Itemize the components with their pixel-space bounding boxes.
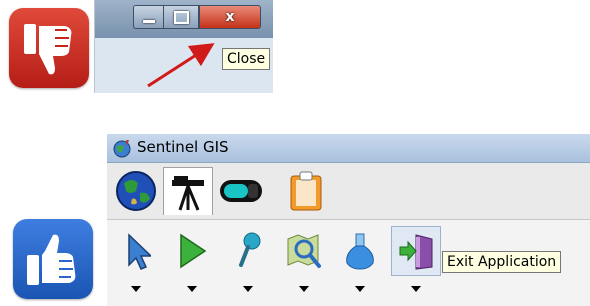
tab-reports[interactable] [281, 167, 331, 215]
exit-application-button[interactable] [391, 226, 441, 276]
pin-tool-button[interactable] [223, 226, 273, 276]
map-zoom-tool-button[interactable] [279, 226, 329, 276]
sensor-tripod-icon [172, 175, 204, 211]
select-tool-button[interactable] [111, 226, 161, 276]
sentinel-title-bar: Sentinel GIS [107, 134, 590, 163]
clipboard-icon [290, 171, 322, 211]
thumbs-up-badge [13, 219, 93, 299]
globe-icon [116, 171, 156, 211]
tab-strip [107, 163, 590, 219]
arrow-to-close [147, 43, 215, 88]
map-zoom-icon [287, 234, 321, 268]
cursor-arrow-icon [128, 233, 151, 270]
tab-sensors[interactable] [163, 167, 213, 215]
thumbs-up-icon [27, 234, 76, 285]
exit-door-icon [399, 234, 433, 270]
battery-icon [220, 180, 262, 202]
exit-dropdown-arrow[interactable] [411, 286, 421, 292]
pin-tool-dropdown-arrow[interactable] [243, 286, 253, 292]
pin-icon [239, 232, 261, 267]
play-tool-dropdown-arrow[interactable] [187, 286, 197, 292]
lab-tool-dropdown-arrow[interactable] [355, 286, 365, 292]
select-tool-dropdown-arrow[interactable] [131, 286, 141, 292]
flask-icon [346, 233, 374, 270]
globe-pin-icon [113, 140, 131, 158]
window-title: Sentinel GIS [137, 138, 229, 156]
exit-application-tooltip: Exit Application [442, 251, 562, 273]
map-zoom-dropdown-arrow[interactable] [299, 286, 309, 292]
play-tool-button[interactable] [167, 226, 217, 276]
lab-tool-button[interactable] [335, 226, 385, 276]
tab-power[interactable] [217, 167, 267, 215]
tab-map[interactable] [111, 167, 161, 215]
play-icon [180, 233, 207, 269]
